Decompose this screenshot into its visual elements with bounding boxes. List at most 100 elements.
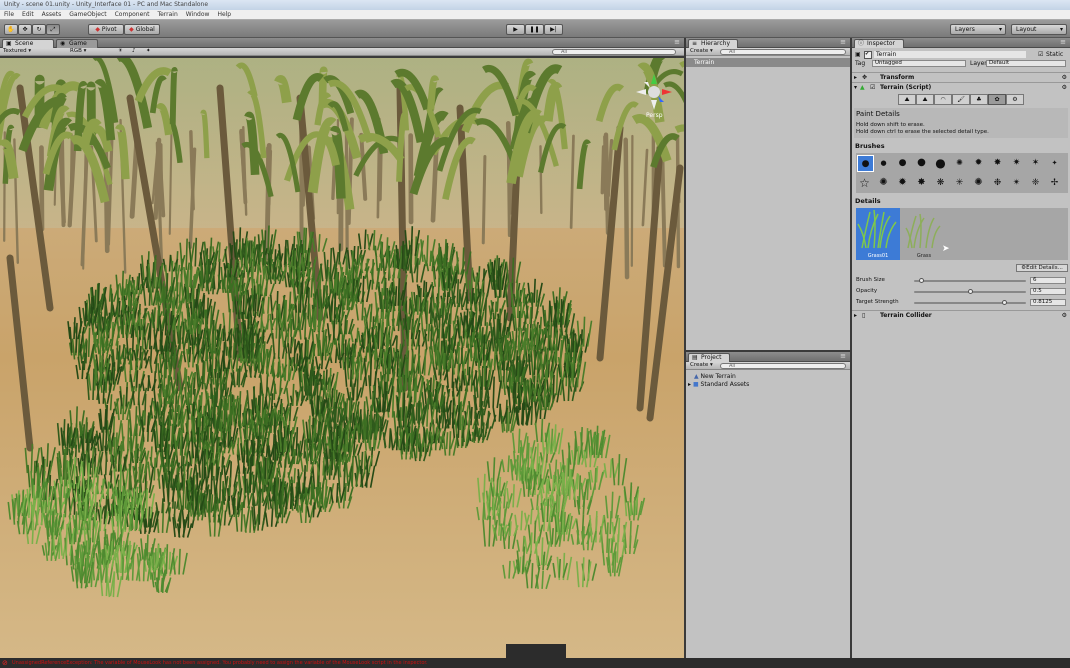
tag-label: Tag: [855, 60, 866, 67]
global-toggle[interactable]: ◆ Global: [124, 24, 160, 35]
slider-knob[interactable]: [919, 278, 925, 283]
lighting-toggle-icon[interactable]: ☀: [118, 48, 123, 55]
object-name-field[interactable]: Terrain: [874, 51, 1026, 58]
detail-item-grass01[interactable]: Grass01: [856, 208, 900, 260]
static-checkbox[interactable]: ☑: [1038, 50, 1043, 59]
smooth-height-tool-button[interactable]: ◠: [934, 94, 952, 105]
brush-option[interactable]: ☆: [857, 175, 872, 190]
hand-tool-button[interactable]: ✋: [4, 24, 18, 35]
step-button[interactable]: ▶|: [544, 24, 563, 35]
tab-game[interactable]: ◉ Game: [56, 39, 98, 48]
transform-component-header[interactable]: ▸ ✥ Transform ⚙: [852, 72, 1070, 81]
param-value-field[interactable]: 0.5: [1030, 288, 1066, 295]
component-settings-icon[interactable]: ⚙: [1062, 83, 1067, 92]
tag-dropdown[interactable]: Untagged: [872, 60, 966, 67]
slider-knob[interactable]: [968, 289, 973, 294]
brush-option[interactable]: ✷: [1009, 155, 1024, 170]
terrain-render: [0, 58, 684, 658]
scene-gizmo[interactable]: Persp: [634, 72, 674, 122]
place-trees-tool-button[interactable]: ♣: [970, 94, 988, 105]
rotate-tool-button[interactable]: ↻: [32, 24, 46, 35]
pivot-toggle[interactable]: ◆ Pivot: [88, 24, 124, 35]
audio-toggle-icon[interactable]: ♪: [132, 48, 136, 55]
panel-menu-icon[interactable]: ≡: [1060, 38, 1066, 46]
scale-tool-button[interactable]: ⤢: [46, 24, 60, 35]
param-value-field[interactable]: 0.8125: [1030, 299, 1066, 306]
menu-help[interactable]: Help: [213, 10, 235, 20]
brush-shape-icon: ❋: [936, 177, 945, 188]
play-button[interactable]: ▶: [506, 24, 525, 35]
brush-option[interactable]: ✺: [952, 155, 967, 170]
brush-option[interactable]: ❈: [1028, 175, 1043, 190]
layout-dropdown[interactable]: Layout ▾: [1011, 24, 1067, 35]
paint-height-tool-button[interactable]: ⛰: [916, 94, 934, 105]
menu-window[interactable]: Window: [182, 10, 214, 20]
brush-option[interactable]: ✺: [876, 175, 891, 190]
color-mode-dropdown[interactable]: RGB ▾: [70, 48, 110, 55]
brush-option[interactable]: ✢: [1047, 175, 1062, 190]
component-settings-icon[interactable]: ⚙: [1062, 311, 1067, 320]
brush-option[interactable]: ✴: [1009, 175, 1024, 190]
tab-project[interactable]: ▤ Project: [688, 353, 730, 362]
tab-hierarchy[interactable]: ≡ Hierarchy: [688, 39, 738, 48]
brush-option[interactable]: ✦: [1047, 155, 1062, 170]
brush-option[interactable]: ✸: [990, 155, 1005, 170]
scene-search-input[interactable]: All: [552, 49, 676, 55]
hierarchy-search-input[interactable]: All: [720, 49, 846, 55]
brush-option[interactable]: ✸: [914, 175, 929, 190]
project-item-standard-assets[interactable]: ▸ ■ Standard Assets: [686, 380, 749, 389]
paint-details-tool-button[interactable]: ✿: [988, 94, 1006, 105]
brush-option[interactable]: ●: [857, 155, 874, 172]
active-checkbox[interactable]: ✔: [864, 51, 872, 59]
menu-gameobject[interactable]: GameObject: [65, 10, 110, 20]
menu-edit[interactable]: Edit: [18, 10, 38, 20]
slider-knob[interactable]: [1001, 300, 1007, 305]
layer-dropdown[interactable]: Default: [986, 60, 1066, 67]
tab-scene[interactable]: ▣ Scene: [2, 39, 54, 48]
panel-menu-icon[interactable]: ≡: [840, 38, 846, 46]
brush-option[interactable]: ✶: [1028, 155, 1043, 170]
brush-option[interactable]: ❉: [990, 175, 1005, 190]
menu-assets[interactable]: Assets: [38, 10, 66, 20]
project-create-dropdown[interactable]: Create ▾: [690, 362, 713, 369]
raise-lower-tool-button[interactable]: ⛰: [898, 94, 916, 105]
project-search-input[interactable]: All: [720, 363, 846, 369]
menu-terrain[interactable]: Terrain: [153, 10, 181, 20]
panel-menu-icon[interactable]: ≡: [840, 352, 846, 360]
brush-option[interactable]: ●: [876, 155, 891, 170]
brush-option[interactable]: ❋: [933, 175, 948, 190]
scene-icon: ▣: [6, 40, 12, 47]
brush-option[interactable]: ●: [895, 155, 910, 170]
brush-option[interactable]: ✺: [971, 175, 986, 190]
detail-item-grass[interactable]: Grass: [902, 208, 946, 260]
param-slider[interactable]: [914, 300, 1026, 305]
tab-inspector[interactable]: ⓘ Inspector: [854, 39, 904, 48]
param-value-field[interactable]: 6: [1030, 277, 1066, 284]
param-slider[interactable]: [914, 289, 1026, 294]
render-mode-dropdown[interactable]: Textured ▾: [3, 48, 63, 55]
brush-option[interactable]: ●: [933, 155, 948, 170]
status-bar[interactable]: ⊘ UnassignedReferenceException: The vari…: [0, 644, 1070, 668]
fx-toggle-icon[interactable]: ✦: [146, 48, 151, 55]
move-tool-button[interactable]: ✥: [18, 24, 32, 35]
brush-option[interactable]: ✹: [971, 155, 986, 170]
terrain-collider-header[interactable]: ▸ ▯ Terrain Collider ⚙: [852, 310, 1070, 319]
pause-button[interactable]: ❚❚: [525, 24, 544, 35]
panel-menu-icon[interactable]: ≡: [674, 38, 680, 46]
brush-option[interactable]: ✳: [952, 175, 967, 190]
terrain-component-header[interactable]: ▾ ▲ ☑ Terrain (Script) ⚙: [852, 82, 1070, 91]
menu-component[interactable]: Component: [111, 10, 154, 20]
layers-dropdown[interactable]: Layers ▾: [950, 24, 1006, 35]
menu-file[interactable]: File: [0, 10, 18, 20]
hierarchy-item-terrain[interactable]: Terrain: [686, 58, 850, 67]
brush-option[interactable]: ✹: [895, 175, 910, 190]
terrain-settings-tool-button[interactable]: ⚙: [1006, 94, 1024, 105]
paint-texture-tool-button[interactable]: 🖌: [952, 94, 970, 105]
component-settings-icon[interactable]: ⚙: [1062, 73, 1067, 82]
edit-details-button[interactable]: ⚙Edit Details...: [1016, 264, 1068, 272]
scene-viewport[interactable]: Persp: [0, 58, 684, 658]
brush-option[interactable]: ●: [914, 155, 929, 170]
terrain-enabled-checkbox[interactable]: ☑: [870, 83, 875, 92]
param-slider[interactable]: [914, 278, 1026, 283]
hierarchy-create-dropdown[interactable]: Create ▾: [690, 48, 713, 55]
